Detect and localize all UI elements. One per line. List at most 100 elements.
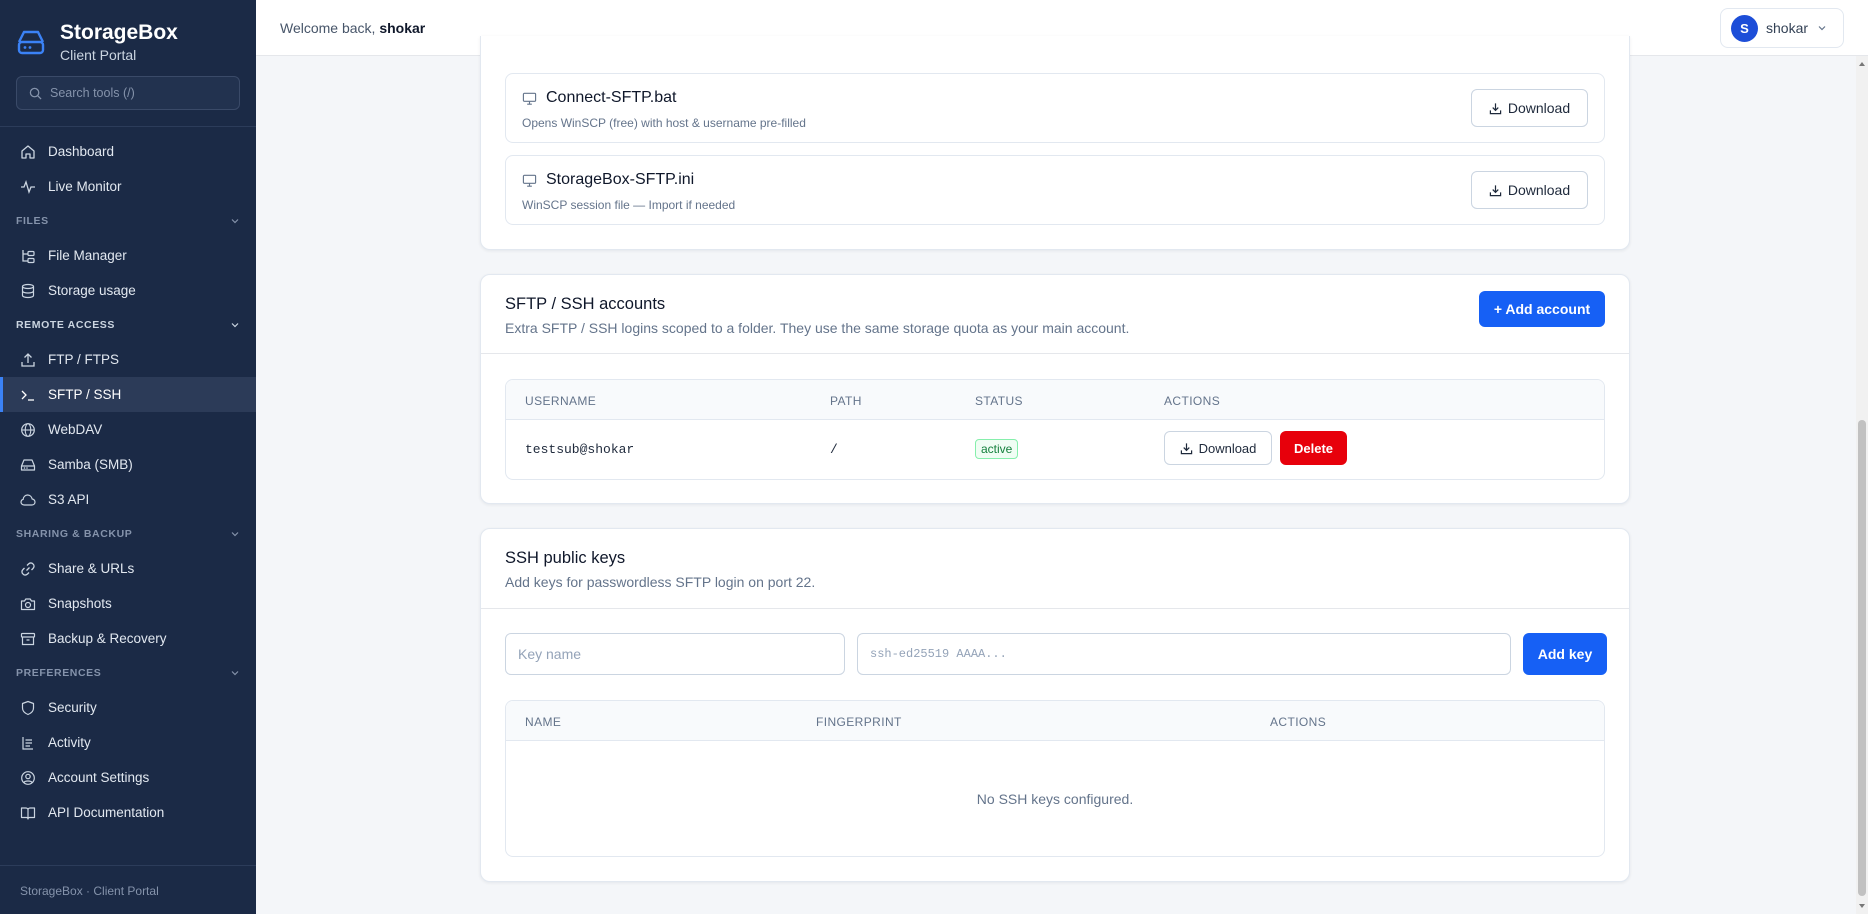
sidebar-item-label: API Documentation [48, 805, 165, 820]
chevron-down-icon [231, 219, 239, 224]
file-name-text: StorageBox-SFTP.ini [546, 171, 695, 188]
sidebar-item-live-monitor[interactable]: Live Monitor [0, 169, 256, 204]
user-menu-label: shokar [1766, 20, 1809, 36]
table-row: testsub@shokar / active Download Delete [506, 420, 1604, 479]
brand[interactable]: StorageBox Client Portal [0, 0, 256, 64]
upload-icon [21, 352, 35, 367]
sidebar-item-sftp[interactable]: SFTP / SSH [0, 377, 256, 412]
monitor-icon [522, 174, 537, 187]
sidebar-item-share-urls[interactable]: Share & URLs [0, 551, 256, 586]
nav-section-preferences[interactable]: PREFERENCES [0, 656, 256, 690]
sidebar-item-api-docs[interactable]: API Documentation [0, 795, 256, 830]
card-separator [481, 353, 1629, 354]
download-icon [1489, 184, 1502, 196]
sidebar-item-account-settings[interactable]: Account Settings [0, 760, 256, 795]
download-icon [1180, 442, 1192, 454]
chevron-down-icon [231, 671, 239, 676]
sidebar-item-label: Backup & Recovery [48, 631, 167, 646]
account-path: / [830, 442, 838, 457]
sidebar-footer: StorageBox · Client Portal [20, 884, 159, 898]
nav-section-label: REMOTE ACCESS [16, 319, 116, 331]
main-scrollbar[interactable] [1856, 56, 1868, 914]
sidebar-item-dashboard[interactable]: Dashboard [0, 134, 256, 169]
sidebar-item-security[interactable]: Security [0, 690, 256, 725]
key-value-input[interactable] [857, 633, 1511, 675]
download-storagebox-ini-button[interactable]: Download [1471, 171, 1588, 209]
add-account-button[interactable]: + Add account [1479, 291, 1605, 327]
sidebar-item-ftp[interactable]: FTP / FTPS [0, 342, 256, 377]
sidebar-item-label: Snapshots [48, 596, 112, 611]
account-username: testsub@shokar [525, 442, 635, 457]
sidebar-item-label: FTP / FTPS [48, 352, 120, 367]
nav-section-label: FILES [16, 215, 49, 227]
sidebar-footer-divider [0, 865, 256, 866]
file-name-text: Connect-SFTP.bat [546, 89, 677, 106]
user-menu-button[interactable]: S shokar [1720, 8, 1844, 48]
sidebar-item-label: Dashboard [48, 144, 115, 159]
sidebar-item-label: SFTP / SSH [48, 387, 122, 402]
sidebar-item-file-manager[interactable]: File Manager [0, 238, 256, 273]
scroll-up-arrow-icon[interactable] [1859, 62, 1865, 66]
key-name-input[interactable] [505, 633, 845, 675]
ssh-keys-card: SSH public keys Add keys for passwordles… [480, 528, 1630, 882]
file-name: Connect-SFTP.bat [522, 89, 676, 107]
file-row-storagebox-ini: StorageBox-SFTP.ini WinSCP session file … [505, 155, 1605, 225]
sidebar-nav: Dashboard Live Monitor FILES File Manage… [0, 134, 256, 830]
terminal-icon [21, 390, 34, 401]
hard-drive-icon [20, 458, 36, 471]
download-icon [1489, 102, 1502, 114]
download-connect-sftp-button[interactable]: Download [1471, 89, 1588, 127]
sidebar-item-label: Security [48, 700, 97, 715]
sidebar: StorageBox Client Portal Search tools (/… [0, 0, 256, 914]
welcome-message: Welcome back, shokar [280, 20, 425, 36]
sftp-accounts-subtitle: Extra SFTP / SSH logins scoped to a fold… [505, 320, 1130, 336]
nav-section-label: SHARING & BACKUP [16, 528, 133, 540]
scroll-down-arrow-icon[interactable] [1859, 904, 1865, 908]
sidebar-item-samba[interactable]: Samba (SMB) [0, 447, 256, 482]
file-row-connect-sftp: Connect-SFTP.bat Opens WinSCP (free) wit… [505, 73, 1605, 143]
sidebar-item-webdav[interactable]: WebDAV [0, 412, 256, 447]
brand-subtitle: Client Portal [60, 46, 137, 63]
home-icon [21, 144, 35, 159]
search-placeholder: Search tools (/) [50, 86, 135, 100]
sidebar-item-backup[interactable]: Backup & Recovery [0, 621, 256, 656]
nav-section-sharing-backup[interactable]: SHARING & BACKUP [0, 517, 256, 551]
scrollbar-thumb[interactable] [1858, 420, 1866, 896]
sidebar-item-label: Storage usage [48, 283, 136, 298]
empty-state-message: No SSH keys configured. [976, 791, 1134, 807]
archive-icon [20, 632, 36, 645]
storage-box-logo-icon [17, 30, 45, 55]
sidebar-divider [0, 126, 256, 127]
sidebar-item-label: Activity [48, 735, 91, 750]
nav-section-remote-access[interactable]: REMOTE ACCESS [0, 308, 256, 342]
delete-account-button[interactable]: Delete [1280, 431, 1347, 465]
download-files-card: Connect-SFTP.bat Opens WinSCP (free) wit… [480, 36, 1630, 250]
file-description: Opens WinSCP (free) with host & username… [522, 116, 806, 130]
add-key-button[interactable]: Add key [1523, 633, 1607, 675]
sidebar-item-label: File Manager [48, 248, 127, 263]
sidebar-item-label: Live Monitor [48, 179, 122, 194]
search-input[interactable]: Search tools (/) [16, 76, 240, 110]
sidebar-item-label: Account Settings [48, 770, 150, 785]
search-icon [29, 87, 42, 100]
sidebar-item-activity[interactable]: Activity [0, 725, 256, 760]
table-header: NAME FINGERPRINT ACTIONS [506, 701, 1604, 741]
nav-section-label: PREFERENCES [16, 667, 102, 679]
sidebar-item-s3[interactable]: S3 API [0, 482, 256, 517]
user-circle-icon [21, 770, 35, 785]
sidebar-item-snapshots[interactable]: Snapshots [0, 586, 256, 621]
status-badge: active [975, 439, 1019, 459]
sftp-accounts-table: USERNAME PATH STATUS ACTIONS testsub@sho… [505, 379, 1605, 480]
brand-title: StorageBox [60, 20, 178, 44]
column-header-fingerprint: FINGERPRINT [816, 715, 902, 729]
chevron-down-icon [1818, 26, 1826, 31]
download-button-label: Download [1198, 440, 1257, 456]
link-icon [21, 561, 35, 576]
nav-section-files[interactable]: FILES [0, 204, 256, 238]
sidebar-item-storage-usage[interactable]: Storage usage [0, 273, 256, 308]
database-icon [21, 283, 35, 298]
sidebar-item-label: Samba (SMB) [48, 457, 133, 472]
download-account-button[interactable]: Download [1164, 431, 1272, 465]
column-header-actions: ACTIONS [1270, 715, 1327, 729]
sidebar-item-label: Share & URLs [48, 561, 135, 576]
